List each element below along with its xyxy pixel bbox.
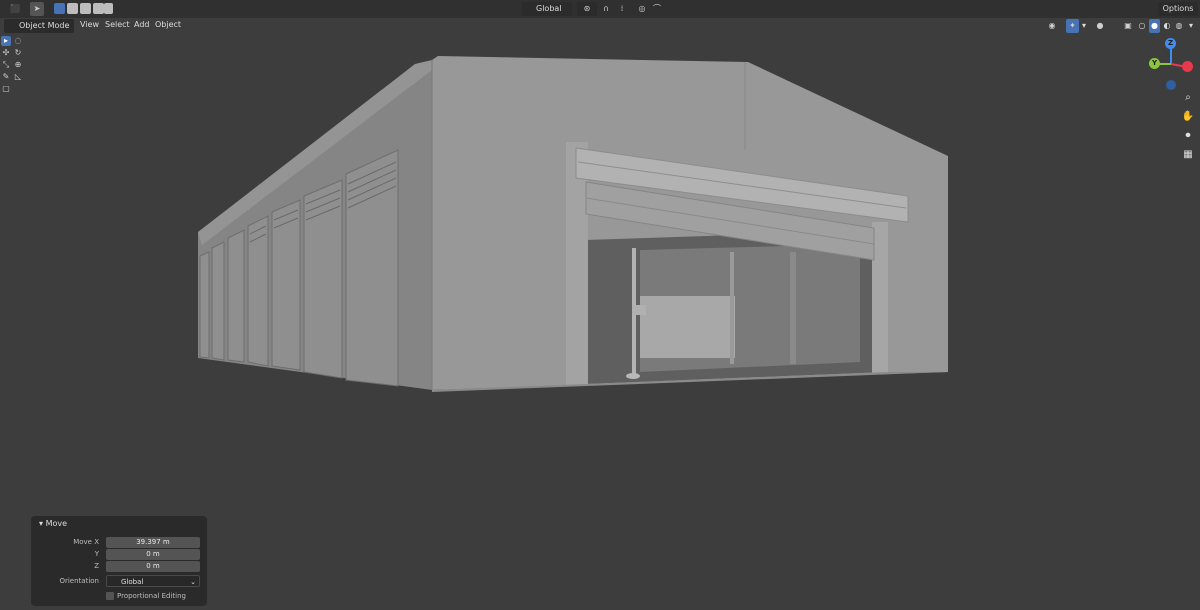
proportional-editing-checkbox[interactable] [106,592,114,600]
tool-rotate[interactable]: ↻ [13,48,23,58]
post-base [626,373,640,379]
gizmo-y-axis[interactable]: Y [1149,58,1160,69]
tool-measure[interactable]: ◺ [13,72,23,82]
proportional-editing-icon: ◎ [638,4,646,13]
proportional-editing-label: Proportional Editing [117,592,186,600]
object-mode-label: Object Mode [19,21,70,30]
viewport-subheader: Object Mode View Select Add Object ◉ ✦ ▾… [0,18,1200,33]
menu-view[interactable]: View [80,20,99,29]
zoom-icon: ⌕ [1185,92,1191,103]
shading-solid[interactable]: ● [1149,19,1160,33]
orientation-value: Global [121,578,144,586]
select-mode-extend[interactable] [67,3,78,14]
gizmo-x-axis[interactable] [1182,61,1193,72]
viewport-header: ⬛ ➤ Global ⊛ ∩ ⁞ ◎ ⌒ Options [0,0,1200,18]
pivot-icon: ⊛ [583,4,591,13]
tool-move[interactable]: ✣ [1,48,11,58]
move-x-label: Move X [73,538,99,546]
menu-add[interactable]: Add [134,20,150,29]
camera-view-button[interactable]: ⏺ [1180,128,1196,144]
tool-select-box[interactable]: ▸ [1,36,11,46]
select-mode-intersect[interactable] [104,3,113,14]
select-mode-subtract[interactable] [80,3,91,14]
move-x-field[interactable]: 39.397 m [106,537,200,548]
options-label: Options [1162,4,1194,13]
panel-header[interactable]: ▾ Move [39,519,67,528]
hand-pan-icon: ✋ [1181,111,1195,122]
move-z-label: Z [94,562,99,570]
orientation-label: Orientation [59,577,99,585]
xray-icon: ▣ [1124,21,1132,30]
overlay-toggle[interactable]: ● [1093,19,1107,33]
cube-editor-icon: ⬛ [10,4,20,13]
panel-title: Move [45,519,68,528]
interior-post [790,252,796,364]
shading-rendered[interactable]: ◍ [1174,19,1184,33]
perspective-grid-icon: ▦ [1183,149,1193,160]
xray-toggle[interactable]: ▣ [1122,19,1134,33]
select-tool-button[interactable]: ➤ [30,2,44,16]
magnet-icon: ∩ [603,4,609,13]
select-mode-invert[interactable] [93,3,104,14]
object-visibility-dropdown[interactable]: ◉ [1042,19,1062,33]
move-y-label: Y [94,550,99,558]
move-y-field[interactable]: 0 m [106,549,200,560]
select-cursor-icon: ➤ [33,4,41,13]
object-mode-dropdown[interactable]: Object Mode [4,19,74,33]
options-dropdown[interactable]: Options [1158,2,1198,16]
navigation-gizmo[interactable]: Z Y [1145,36,1195,94]
falloff-dropdown[interactable]: ⌒ [648,2,666,16]
snap-grid-icon: ⁞ [620,4,624,13]
last-operation-panel: ▾ Move Move X 39.397 m Y 0 m Z 0 m Orien… [31,516,207,606]
menu-object[interactable]: Object [155,20,181,29]
tool-add-cube[interactable]: ▢ [1,84,11,94]
gizmo-dropdown[interactable]: ▾ [1079,19,1089,33]
gizmo-neg-z-axis[interactable] [1166,80,1176,90]
shading-material[interactable]: ◐ [1162,19,1172,33]
select-mode-new[interactable] [54,3,65,14]
pivot-point-dropdown[interactable]: ⊛ [577,2,597,16]
transform-orientation-value: Global [536,4,562,13]
interior-post [730,252,734,364]
orientation-dropdown[interactable]: Global ⌄ [106,575,200,587]
falloff-curve-icon: ⌒ [653,4,661,13]
shading-wireframe[interactable]: ○ [1137,19,1147,33]
gizmo-toggle[interactable]: ✦ [1066,19,1079,33]
snap-toggle[interactable]: ∩ [600,2,612,16]
proportional-editing-toggle[interactable]: ◎ [636,2,648,16]
tool-scale[interactable]: ⤡ [1,60,11,70]
tool-cursor[interactable]: ◌ [13,36,23,46]
zoom-button[interactable]: ⌕ [1180,90,1196,106]
gizmo-z-axis[interactable]: Z [1165,38,1176,49]
transform-orientation-dropdown[interactable]: Global [522,2,572,16]
snap-target-dropdown[interactable]: ⁞ [612,2,632,16]
tool-annotate[interactable]: ✎ [1,72,11,82]
interior-panel [640,296,735,358]
overlay-icon: ● [1096,21,1104,30]
gizmo-toggle-icon: ✦ [1069,21,1076,30]
eye-visibility-icon: ◉ [1048,21,1056,30]
chevron-down-icon: ⌄ [190,578,196,586]
editor-type-button[interactable]: ⬛ [4,2,26,16]
tool-transform[interactable]: ⊕ [13,60,23,70]
pan-button[interactable]: ✋ [1180,109,1196,125]
perspective-toggle-button[interactable]: ▦ [1180,147,1196,163]
camera-icon: ⏺ [1185,130,1191,141]
menu-select[interactable]: Select [105,20,130,29]
move-z-field[interactable]: 0 m [106,561,200,572]
shading-dropdown[interactable]: ▾ [1186,19,1196,33]
pipe-fixture [632,305,646,315]
